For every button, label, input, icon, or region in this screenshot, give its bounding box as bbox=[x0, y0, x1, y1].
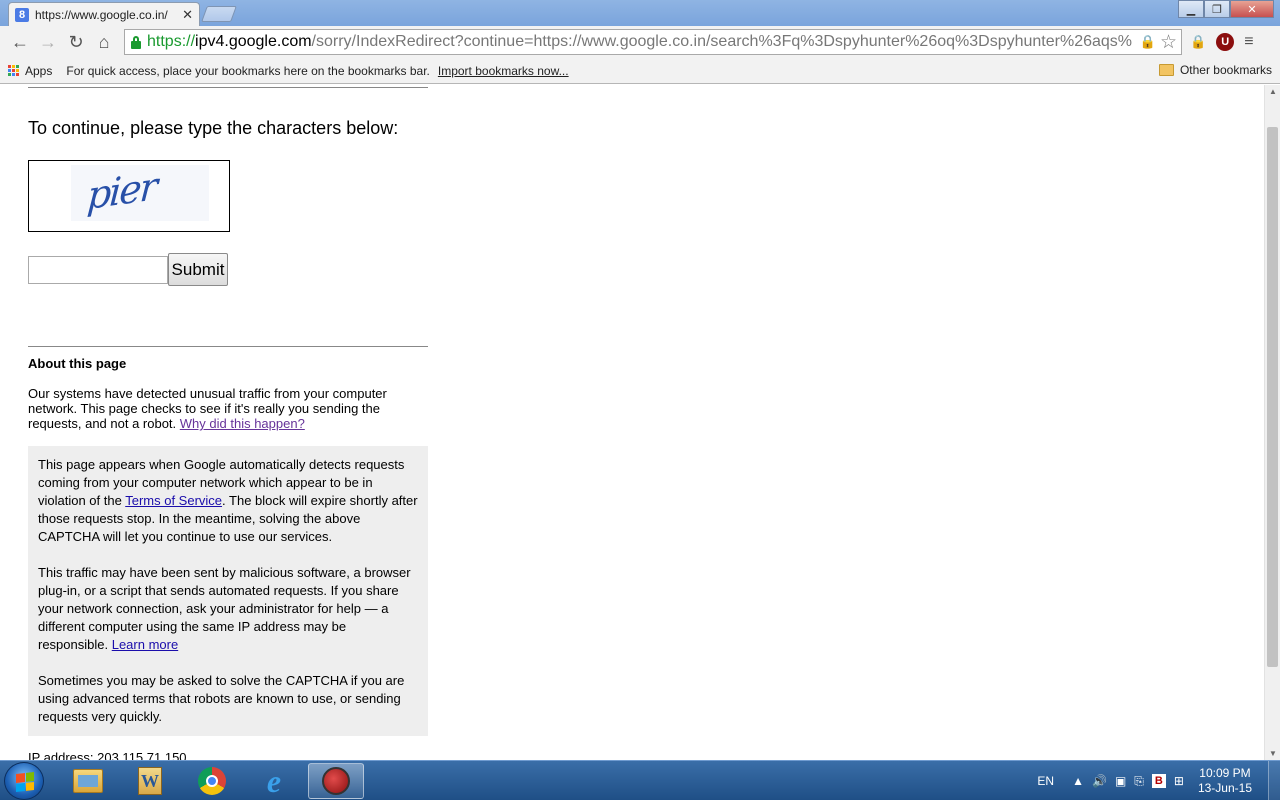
ublock-extension-icon[interactable]: U bbox=[1216, 33, 1235, 51]
device-icon[interactable]: ⎘ bbox=[1134, 774, 1144, 789]
system-tray: EN ▲ 🔊 ▣ ⎘ B ⊞ 10:09 PM 13-Jun-15 bbox=[1037, 761, 1280, 800]
forward-icon[interactable]: → bbox=[34, 28, 62, 56]
divider bbox=[28, 87, 428, 88]
windows-tray-icon[interactable]: ⊞ bbox=[1174, 774, 1184, 788]
learn-more-link[interactable]: Learn more bbox=[112, 637, 178, 652]
show-desktop-button[interactable] bbox=[1268, 761, 1280, 800]
other-bookmarks-button[interactable]: Other bookmarks bbox=[1158, 63, 1272, 77]
lock-icon[interactable] bbox=[129, 35, 143, 49]
why-did-this-happen-link[interactable]: Why did this happen? bbox=[180, 416, 305, 431]
home-icon[interactable]: ⌂ bbox=[90, 28, 118, 56]
taskbar-ie[interactable]: e bbox=[246, 763, 302, 799]
tray-expand-icon[interactable]: ▲ bbox=[1072, 774, 1084, 788]
bookmarks-hint: For quick access, place your bookmarks h… bbox=[66, 63, 430, 78]
captcha-word: pier bbox=[85, 163, 158, 219]
captcha-input[interactable] bbox=[28, 256, 168, 284]
taskbar-chrome[interactable] bbox=[184, 763, 240, 799]
volume-icon[interactable]: 🔊 bbox=[1092, 774, 1107, 788]
other-bookmarks-label: Other bookmarks bbox=[1179, 63, 1272, 77]
clock-time: 10:09 PM bbox=[1199, 766, 1251, 780]
submit-button[interactable]: Submit bbox=[168, 253, 228, 286]
language-indicator[interactable]: EN bbox=[1037, 774, 1054, 788]
new-tab-button[interactable] bbox=[201, 6, 237, 22]
page-lock-icon[interactable]: 🔒 bbox=[1140, 34, 1156, 50]
reload-icon[interactable]: ↻ bbox=[62, 28, 90, 56]
browser-toolbar: ← → ↻ ⌂ https://ipv4.google.com/sorry/In… bbox=[0, 26, 1280, 58]
tab-title: https://www.google.co.in/ bbox=[35, 7, 168, 22]
extension-lock-icon[interactable]: 🔒 bbox=[1190, 34, 1206, 50]
maximize-icon[interactable]: ❐ bbox=[1204, 0, 1230, 18]
network-icon[interactable]: ▣ bbox=[1115, 774, 1126, 788]
word-icon: W bbox=[138, 767, 162, 795]
chrome-menu-icon[interactable]: ≡ bbox=[1244, 33, 1253, 51]
explorer-icon bbox=[73, 769, 103, 793]
tab-google[interactable]: 8 https://www.google.co.in/ ✕ bbox=[8, 2, 200, 26]
back-icon[interactable]: ← bbox=[6, 28, 34, 56]
google-favicon-icon: 8 bbox=[15, 7, 29, 22]
terms-of-service-link[interactable]: Terms of Service bbox=[125, 493, 222, 508]
clock-date: 13-Jun-15 bbox=[1197, 781, 1252, 795]
captcha-image-frame: pier bbox=[28, 160, 230, 232]
chrome-icon bbox=[198, 767, 226, 795]
windows-taskbar: W e EN ▲ 🔊 ▣ ⎘ B ⊞ 10:09 PM 13-Jun-15 bbox=[0, 760, 1280, 800]
apps-icon[interactable] bbox=[8, 65, 19, 76]
captcha-prompt: To continue, please type the characters … bbox=[28, 118, 399, 138]
about-text: Our systems have detected unusual traffi… bbox=[28, 386, 387, 431]
divider bbox=[28, 346, 428, 347]
info-box: This page appears when Google automatica… bbox=[28, 446, 428, 736]
ie-icon: e bbox=[266, 762, 282, 799]
taskbar-word[interactable]: W bbox=[122, 763, 178, 799]
address-bar[interactable]: https://ipv4.google.com/sorry/IndexRedir… bbox=[124, 29, 1182, 55]
info-paragraph: Sometimes you may be asked to solve the … bbox=[38, 673, 405, 724]
scroll-down-icon[interactable]: ▼ bbox=[1269, 749, 1277, 758]
import-bookmarks-link[interactable]: Import bookmarks now... bbox=[438, 64, 569, 78]
info-paragraph: This page appears when Google automatica… bbox=[38, 457, 418, 544]
tab-strip: 8 https://www.google.co.in/ ✕ ▁ ❐ ✕ bbox=[0, 0, 1280, 26]
minimize-icon[interactable]: ▁ bbox=[1178, 0, 1204, 18]
captcha-image: pier bbox=[71, 163, 209, 221]
window-controls: ▁ ❐ ✕ bbox=[1178, 0, 1274, 18]
page-viewport: To continue, please type the characters … bbox=[0, 85, 1264, 760]
start-button[interactable] bbox=[4, 762, 44, 800]
apps-link[interactable]: Apps bbox=[25, 64, 52, 78]
scrollbar-thumb[interactable] bbox=[1267, 127, 1278, 667]
clock[interactable]: 10:09 PM 13-Jun-15 bbox=[1198, 766, 1252, 796]
ip-address: IP address: 203.115.71.150 bbox=[28, 750, 187, 760]
window-close-icon[interactable]: ✕ bbox=[1230, 0, 1274, 18]
windows-flag-icon bbox=[16, 772, 34, 792]
scroll-up-icon[interactable]: ▲ bbox=[1269, 87, 1277, 96]
tab-close-icon[interactable]: ✕ bbox=[182, 7, 193, 23]
app-icon bbox=[322, 767, 350, 795]
page-scrollbar[interactable]: ▲ ▼ bbox=[1264, 85, 1280, 760]
taskbar-explorer[interactable] bbox=[60, 763, 116, 799]
star-icon[interactable]: ☆ bbox=[1160, 31, 1177, 54]
url-text[interactable]: https://ipv4.google.com/sorry/IndexRedir… bbox=[147, 33, 1138, 51]
bookmarks-bar: Apps For quick access, place your bookma… bbox=[0, 58, 1280, 84]
tray-b-icon[interactable]: B bbox=[1151, 774, 1166, 788]
folder-icon bbox=[1158, 64, 1174, 76]
taskbar-active-app[interactable] bbox=[308, 763, 364, 799]
about-title: About this page bbox=[28, 356, 127, 371]
info-paragraph: This traffic may have been sent by malic… bbox=[38, 565, 411, 652]
